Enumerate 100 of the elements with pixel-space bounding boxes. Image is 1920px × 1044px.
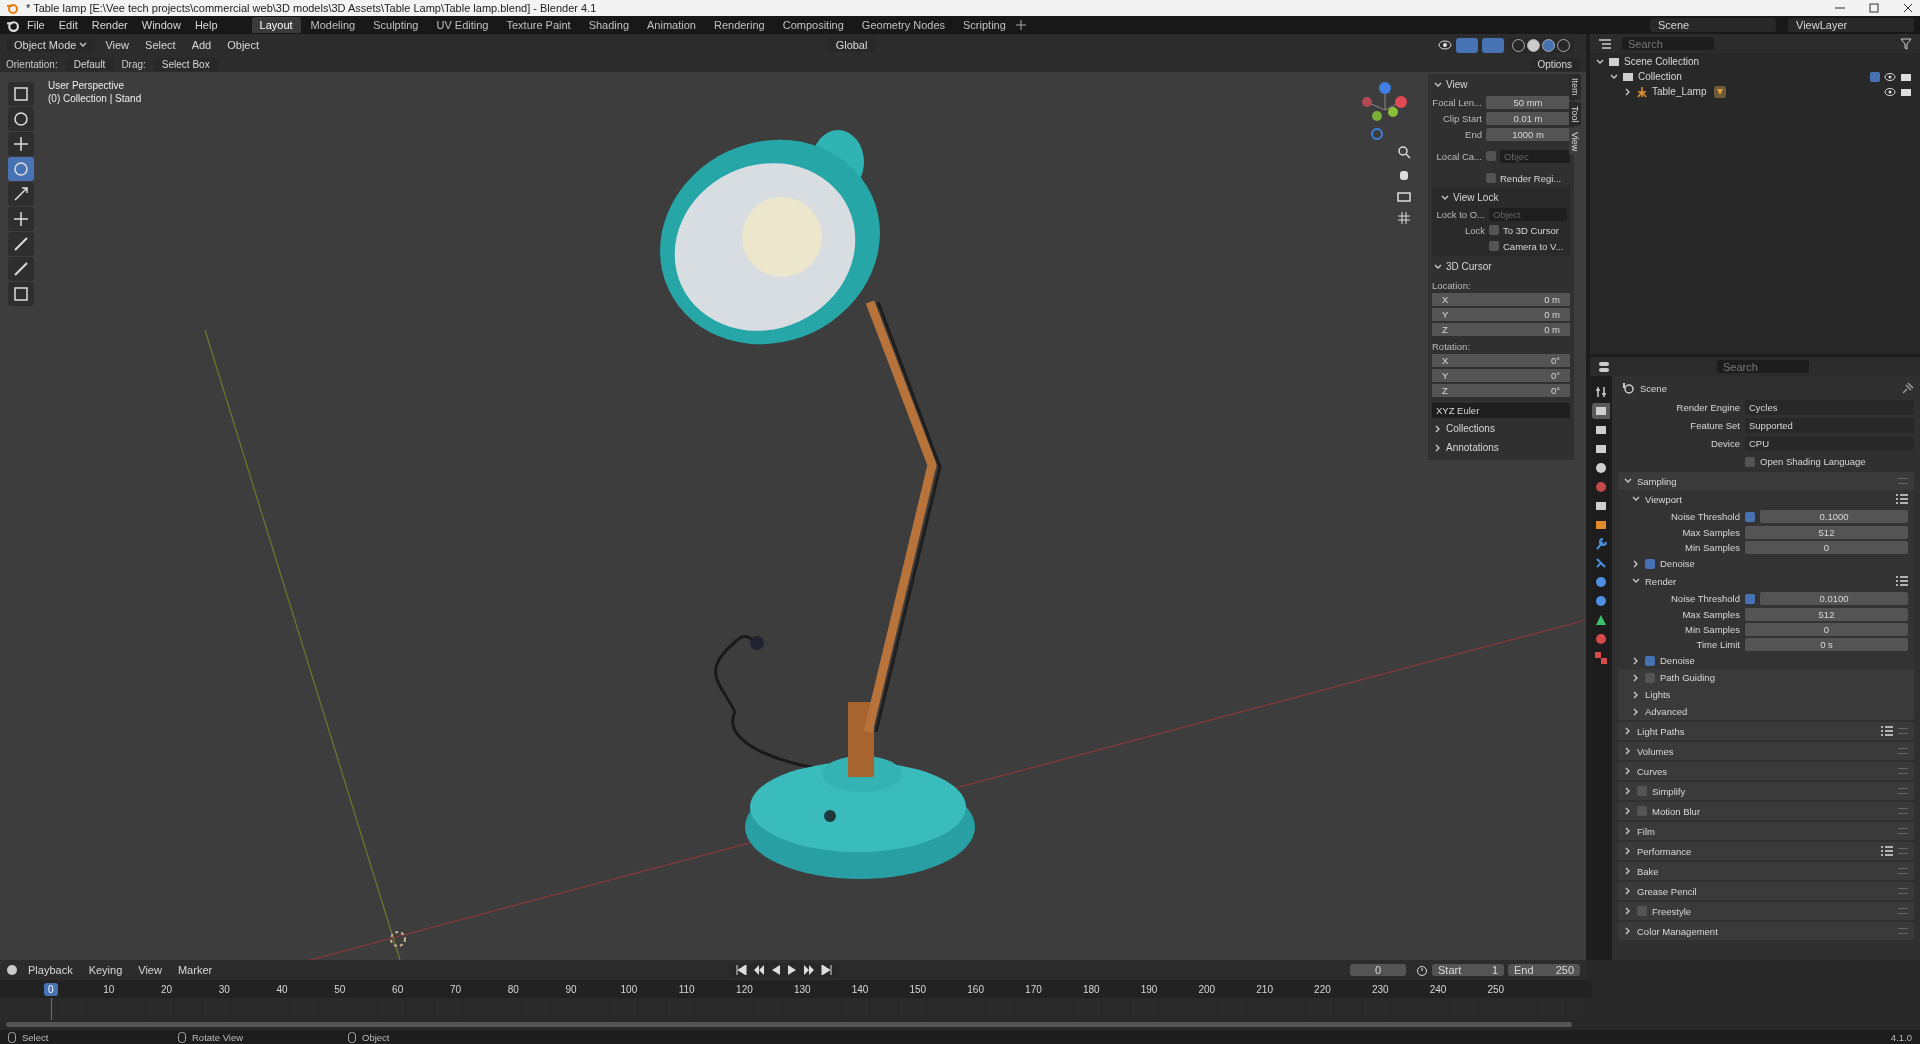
panel-header[interactable]: Grease Pencil: [1637, 885, 1697, 897]
panel-header[interactable]: View Lock: [1453, 192, 1499, 203]
presets-icon[interactable]: [1896, 494, 1908, 504]
outliner-icon[interactable]: [1598, 37, 1612, 50]
menu-item[interactable]: Keying: [82, 963, 129, 977]
number-field[interactable]: 0: [1745, 541, 1908, 554]
eye-icon[interactable]: [1884, 71, 1896, 82]
number-field[interactable]: 0.1000: [1760, 510, 1908, 523]
chevron-right-icon[interactable]: [1434, 424, 1442, 433]
panel-header[interactable]: Motion Blur: [1652, 805, 1701, 817]
workspace-tab[interactable]: Modeling: [302, 17, 364, 33]
view-layer-selector[interactable]: ViewLayer: [1788, 18, 1914, 32]
chevron-down-icon[interactable]: [1610, 72, 1618, 81]
solid-shading-button[interactable]: [1527, 38, 1540, 52]
play-icon[interactable]: [787, 965, 798, 975]
panel-header[interactable]: Annotations: [1446, 442, 1499, 453]
checkbox[interactable]: [1486, 151, 1496, 161]
chevron-down-icon[interactable]: [1441, 193, 1449, 202]
add-icon[interactable]: [1015, 20, 1026, 30]
vector-field[interactable]: Z 0 m: [1432, 323, 1570, 336]
jump-start-icon[interactable]: [735, 965, 748, 975]
panel-header[interactable]: Sampling: [1637, 475, 1677, 487]
clock-icon[interactable]: [6, 964, 18, 976]
vector-field[interactable]: X 0 m: [1432, 293, 1570, 306]
filter-icon[interactable]: [1900, 37, 1912, 50]
tool-button[interactable]: [8, 282, 34, 306]
tool-button[interactable]: [8, 132, 34, 156]
checkbox[interactable]: [1489, 241, 1499, 251]
subpanel-header[interactable]: Viewport: [1645, 493, 1682, 505]
gizmo-toggle[interactable]: [1456, 37, 1478, 53]
menu-item[interactable]: Object: [221, 38, 266, 52]
sidebar-tab[interactable]: View: [1569, 128, 1581, 156]
scene-selector[interactable]: Scene: [1650, 18, 1776, 32]
dropdown[interactable]: Supported: [1745, 418, 1914, 433]
vector-field[interactable]: Y 0 m: [1432, 308, 1570, 321]
chevron-right-icon[interactable]: [1624, 927, 1632, 935]
panel-header[interactable]: Light Paths: [1637, 725, 1685, 737]
chevron-down-icon[interactable]: [1624, 477, 1632, 485]
checkbox[interactable]: [1489, 225, 1499, 235]
drag-handle-icon[interactable]: [1898, 928, 1908, 934]
properties-tab[interactable]: [1592, 403, 1610, 419]
next-keyframe-icon[interactable]: [803, 965, 816, 975]
number-field[interactable]: 512: [1745, 608, 1908, 621]
drag-handle-icon[interactable]: [1898, 748, 1908, 754]
subpanel-header[interactable]: Denoise: [1660, 655, 1695, 666]
number-field[interactable]: 0 s: [1745, 638, 1908, 651]
panel-header[interactable]: View: [1446, 79, 1468, 90]
chevron-right-icon[interactable]: [1434, 443, 1442, 452]
checkbox[interactable]: [1745, 593, 1755, 604]
drag-handle-icon[interactable]: [1898, 808, 1908, 814]
presets-icon[interactable]: [1881, 846, 1893, 856]
drag-handle-icon[interactable]: [1898, 868, 1908, 874]
dropdown[interactable]: Cycles: [1745, 400, 1914, 415]
chevron-right-icon[interactable]: [1624, 827, 1632, 835]
tool-button[interactable]: [8, 107, 34, 131]
menu-item[interactable]: Marker: [171, 963, 219, 977]
subpanel-header[interactable]: Path Guiding: [1660, 672, 1715, 683]
panel-header[interactable]: Volumes: [1637, 745, 1674, 757]
chevron-right-icon[interactable]: [1624, 867, 1632, 875]
workspace-tab[interactable]: Geometry Nodes: [853, 17, 953, 33]
workspace-tab[interactable]: Texture Paint: [498, 17, 579, 33]
workspace-tab[interactable]: Shading: [580, 17, 638, 33]
object-field[interactable]: Object: [1489, 207, 1567, 221]
blender-logo-icon[interactable]: [6, 18, 19, 32]
outliner-item[interactable]: Collection: [1638, 71, 1686, 82]
menu-item[interactable]: View: [99, 38, 136, 52]
panel-header[interactable]: Curves: [1637, 765, 1668, 777]
chevron-down-icon[interactable]: [1434, 80, 1442, 89]
workspace-tab[interactable]: Animation: [639, 17, 704, 33]
panel-header[interactable]: Simplify: [1652, 785, 1686, 797]
chevron-down-icon[interactable]: [1596, 57, 1604, 66]
tool-button[interactable]: [8, 232, 34, 256]
menu-item[interactable]: Help: [188, 18, 224, 32]
presets-icon[interactable]: [1896, 576, 1908, 586]
drag-handle-icon[interactable]: [1898, 888, 1908, 894]
chevron-right-icon[interactable]: [1624, 727, 1632, 735]
menu-item[interactable]: Render: [85, 18, 134, 32]
sidebar-tab[interactable]: Item: [1569, 74, 1581, 100]
playhead[interactable]: 0: [44, 982, 58, 996]
subpanel-header[interactable]: Render: [1645, 575, 1677, 587]
workspace-tab[interactable]: UV Editing: [428, 17, 497, 33]
panel-header[interactable]: Collections: [1446, 423, 1495, 434]
number-field[interactable]: 1000 m: [1486, 127, 1570, 141]
previous-keyframe-icon[interactable]: [753, 965, 766, 975]
panel-header[interactable]: Bake: [1637, 865, 1659, 877]
current-frame-field[interactable]: 0: [1350, 964, 1406, 976]
panel-header[interactable]: Film: [1637, 825, 1655, 837]
checkbox[interactable]: [1645, 672, 1655, 683]
workspace-tab[interactable]: Layout: [251, 17, 301, 33]
chevron-right-icon[interactable]: [1632, 559, 1640, 568]
object-field[interactable]: Objec: [1500, 149, 1570, 163]
search-field[interactable]: Search: [1622, 37, 1714, 50]
vector-field[interactable]: Z 0°: [1432, 384, 1570, 397]
sidebar-tab[interactable]: Tool: [1569, 101, 1581, 127]
chevron-right-icon[interactable]: [1624, 887, 1632, 895]
menu-item[interactable]: Edit: [52, 18, 84, 32]
panel-header[interactable]: Performance: [1637, 845, 1692, 857]
chevron-down-icon[interactable]: [1632, 577, 1640, 585]
drag-handle-icon[interactable]: [1898, 768, 1908, 774]
material-shading-button[interactable]: [1542, 38, 1555, 52]
